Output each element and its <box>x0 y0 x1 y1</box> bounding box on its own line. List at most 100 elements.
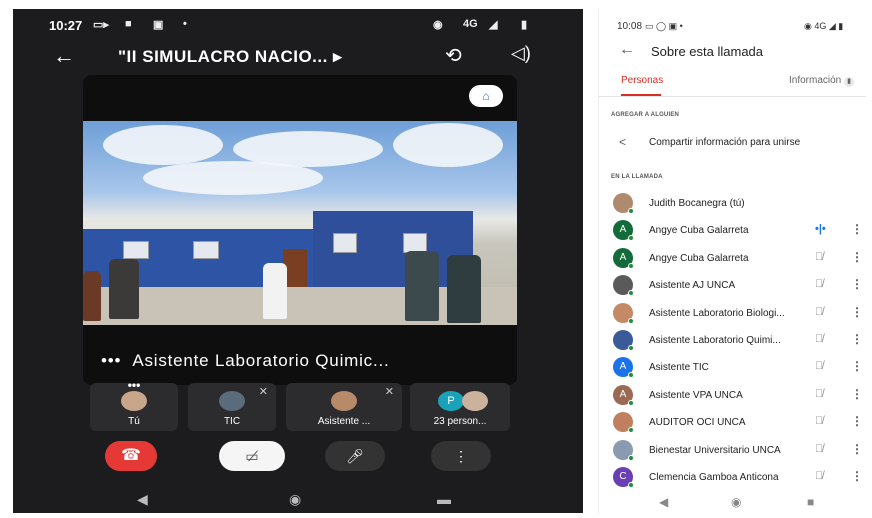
cloud-shape <box>393 123 503 167</box>
tab-info[interactable]: Información ▮ <box>789 75 855 87</box>
more-options-icon[interactable]: ⋮ <box>851 305 863 319</box>
active-speaker-label: ••• Asistente Laboratorio Quimic... <box>101 351 390 371</box>
avatar: A <box>613 247 634 269</box>
participant-name: Angye Cuba Galarreta <box>649 225 749 237</box>
participant-name: Angye Cuba Galarreta <box>649 252 749 264</box>
more-options-icon[interactable]: ⋮ <box>851 250 863 264</box>
person-figure <box>109 259 139 319</box>
online-indicator <box>628 372 634 379</box>
avatar <box>462 391 488 411</box>
participant-row[interactable]: A Angye Cuba Galarreta •|• ⋮ <box>599 217 866 244</box>
share-icon: < <box>619 135 627 149</box>
main-video-stage[interactable]: ⌂ ••• Asistente Laboratorio Quimic... <box>83 75 517 385</box>
participant-tiles: ••• Tú ✕ TIC ✕ Asistente ... P 23 person… <box>90 378 510 431</box>
share-info-label: Compartir información para unirse <box>649 137 801 148</box>
speaker-icon[interactable]: ◁) <box>511 43 531 64</box>
person-figure <box>447 255 481 323</box>
status-bar: 10:27 ▭▸ ■ ▣ • ◉ 4G ◢ ▮ <box>13 9 583 37</box>
avatar: C <box>613 466 634 488</box>
nav-home-icon[interactable]: ◉ <box>289 491 301 508</box>
more-options-icon[interactable]: ⋮ <box>851 332 863 346</box>
mic-off-icon: 🎙̸ <box>815 332 824 345</box>
participant-name: Asistente AJ UNCA <box>649 280 736 292</box>
tile-tic[interactable]: ✕ TIC <box>188 383 276 431</box>
tile-more-icon[interactable]: ••• <box>90 378 178 392</box>
page-title: Sobre esta llamada <box>651 44 764 59</box>
online-indicator <box>628 454 634 461</box>
call-title-text: "II SIMULACRO NACIO... <box>118 47 328 66</box>
avatar-letter: A <box>619 224 627 236</box>
dot-icon: • <box>183 18 187 30</box>
mic-off-icon: ✕ <box>258 386 268 398</box>
signal-icon: ◢ <box>489 19 498 31</box>
share-info-row[interactable]: < Compartir información para unirse <box>599 131 866 153</box>
more-options-icon[interactable]: ⋮ <box>851 277 863 291</box>
app-bar: ← Sobre esta llamada <box>599 39 866 65</box>
more-options-icon[interactable]: ⋮ <box>851 414 863 428</box>
mic-button[interactable]: 🎤︎ <box>325 441 385 471</box>
participant-name: Bienestar Universitario UNCA <box>649 444 781 456</box>
avatar <box>613 302 634 324</box>
tile-label: Asistente ... <box>317 416 371 427</box>
battery-icon: ▮ <box>521 19 528 31</box>
back-arrow-icon[interactable]: ← <box>619 41 635 59</box>
cast-icon: ▭ ◯ ▣ • <box>645 21 683 31</box>
avatar <box>613 412 634 434</box>
more-options-icon[interactable]: ⋮ <box>851 442 863 456</box>
participant-name: Asistente Laboratorio Quimi... <box>649 334 781 346</box>
more-options-icon[interactable]: ⋮ <box>851 387 863 401</box>
tile-asistente[interactable]: ✕ Asistente ... <box>286 383 402 431</box>
back-arrow-icon[interactable]: ← <box>53 43 75 69</box>
avatar <box>613 275 634 297</box>
participant-name: Judith Bocanegra (tú) <box>649 198 745 209</box>
participant-row[interactable]: C Clemencia Gamboa Anticona 🎙̸ ⋮ <box>599 464 866 491</box>
network-label: 4G <box>814 21 827 31</box>
camera-off-button[interactable]: ▭̸ <box>219 441 285 471</box>
participant-row[interactable]: A Angye Cuba Galarreta 🎙̸ ⋮ <box>599 245 866 272</box>
more-options-button[interactable]: ⋮ <box>431 441 491 471</box>
tile-label: 23 person... <box>433 416 487 427</box>
more-dots-icon[interactable]: ••• <box>101 351 121 370</box>
video-feed <box>83 121 517 325</box>
participant-name: Clemencia Gamboa Anticona <box>649 471 779 483</box>
nav-home-icon[interactable]: ◉ <box>731 495 741 509</box>
participant-row[interactable]: Asistente Laboratorio Biologi... 🎙̸ ⋮ <box>599 300 866 327</box>
pin-icon[interactable]: ⌂ <box>469 85 503 107</box>
right-phone-screen: 10:08 ▭ ◯ ▣ • ◉ 4G ◢ ▮ ← Sobre esta llam… <box>598 9 866 514</box>
nav-recents-icon[interactable]: ▬ <box>437 491 451 507</box>
participant-list: Judith Bocanegra (tú) A Angye Cuba Galarre… <box>599 190 866 491</box>
participant-row[interactable]: A Asistente TIC 🎙̸ ⋮ <box>599 354 866 381</box>
end-call-button[interactable]: ☎ <box>105 441 157 471</box>
tile-self[interactable]: ••• Tú <box>90 378 178 431</box>
tab-indicator <box>621 94 661 96</box>
switch-camera-icon[interactable]: ⟲ <box>445 43 462 68</box>
tab-people[interactable]: Personas <box>621 75 663 86</box>
nav-back-icon[interactable]: ◀ <box>659 495 668 509</box>
section-in-call-header: EN LA LLAMADA <box>611 174 663 180</box>
tile-label: Tú <box>128 416 140 427</box>
participant-name: Asistente VPA UNCA <box>649 389 743 401</box>
section-add-header: AGREGAR A ALGUIEN <box>611 112 680 118</box>
screenshot-root: 10:27 ▭▸ ■ ▣ • ◉ 4G ◢ ▮ ← "II SIMULACRO … <box>0 0 872 518</box>
tile-more-people[interactable]: P 23 person... <box>410 383 510 431</box>
network-label: 4G <box>463 18 478 30</box>
window <box>403 233 427 253</box>
nav-recents-icon[interactable]: ■ <box>807 495 814 509</box>
online-indicator <box>628 235 634 242</box>
system-nav-bar: ◀ ◉ ▬ <box>13 489 583 513</box>
more-options-icon[interactable]: ⋮ <box>851 222 863 236</box>
call-title[interactable]: "II SIMULACRO NACIO... ▸ <box>118 47 342 67</box>
more-options-icon[interactable]: ⋮ <box>851 469 863 483</box>
participant-row[interactable]: Asistente AJ UNCA 🎙̸ ⋮ <box>599 272 866 299</box>
speaking-icon: •|• <box>815 223 826 236</box>
nav-back-icon[interactable]: ◀ <box>137 491 148 508</box>
participant-row[interactable]: Judith Bocanegra (tú) <box>599 190 866 217</box>
participant-row[interactable]: AUDITOR OCI UNCA 🎙̸ ⋮ <box>599 409 866 436</box>
participant-row[interactable]: A Asistente VPA UNCA 🎙̸ ⋮ <box>599 382 866 409</box>
participant-row[interactable]: Asistente Laboratorio Quimi... 🎙̸ ⋮ <box>599 327 866 354</box>
avatar-letter: A <box>619 251 627 263</box>
status-time: 10:08 <box>617 21 643 32</box>
participant-row[interactable]: Bienestar Universitario UNCA 🎙̸ ⋮ <box>599 437 866 464</box>
more-options-icon[interactable]: ⋮ <box>851 359 863 373</box>
left-phone-screen: 10:27 ▭▸ ■ ▣ • ◉ 4G ◢ ▮ ← "II SIMULACRO … <box>13 9 583 513</box>
